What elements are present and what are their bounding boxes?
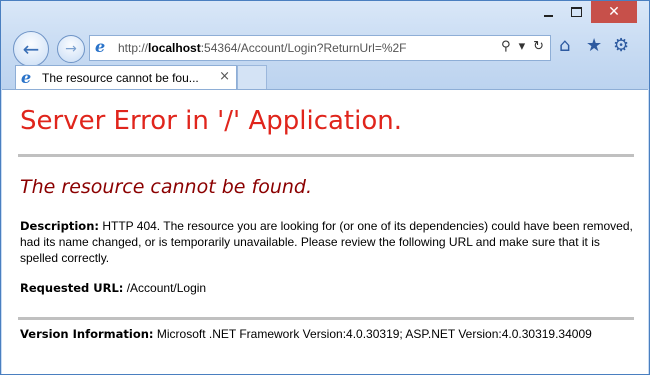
- new-tab-button[interactable]: [237, 65, 267, 89]
- favorites-icon[interactable]: ★: [586, 35, 602, 56]
- version-value: Microsoft .NET Framework Version:4.0.303…: [156, 327, 592, 341]
- ie-tab-icon: e: [21, 68, 32, 87]
- version-label: Version Information:: [20, 327, 154, 341]
- close-icon: ✕: [608, 4, 620, 20]
- close-button[interactable]: ✕: [591, 1, 637, 23]
- url-text[interactable]: http://localhost:54364/Account/Login?Ret…: [118, 41, 407, 55]
- maximize-icon: [570, 7, 582, 17]
- back-arrow-icon: ←: [22, 37, 40, 61]
- url-host: localhost: [148, 41, 201, 55]
- address-tools: ⚲ ▾ ↻: [501, 39, 544, 54]
- home-icon[interactable]: ⌂: [559, 35, 570, 56]
- description-label: Description:: [20, 219, 99, 233]
- error-subtitle: The resource cannot be found.: [20, 176, 313, 198]
- maximize-button[interactable]: [563, 1, 589, 23]
- settings-icon[interactable]: ⚙: [613, 35, 629, 56]
- minimize-icon: [543, 14, 553, 17]
- divider: [18, 317, 634, 320]
- tab-label: The resource cannot be fou...: [42, 71, 199, 85]
- ie-page-icon: e: [95, 37, 106, 56]
- description-text: HTTP 404. The resource you are looking f…: [20, 219, 633, 265]
- requested-url: Requested URL: /Account/Login: [20, 280, 206, 296]
- refresh-icon[interactable]: ↻: [533, 39, 544, 54]
- requested-url-value: /Account/Login: [126, 281, 207, 295]
- version-info: Version Information: Microsoft .NET Fram…: [20, 326, 592, 342]
- tab-close-icon[interactable]: ×: [219, 69, 230, 84]
- browser-chrome: ✕ ← → e http://localhost:54364/Account/L…: [1, 1, 649, 90]
- dropdown-icon[interactable]: ▾: [519, 39, 526, 54]
- page-content: Server Error in '/' Application. The res…: [2, 89, 648, 374]
- url-prefix: http://: [118, 41, 149, 55]
- minimize-button[interactable]: [535, 1, 561, 23]
- tab-active[interactable]: e The resource cannot be fou... ×: [15, 65, 237, 90]
- description: Description: HTTP 404. The resource you …: [20, 218, 640, 266]
- page-title: Server Error in '/' Application.: [20, 106, 402, 136]
- url-path: :54364/Account/Login?ReturnUrl=%2F: [200, 41, 407, 55]
- browser-window: ✕ ← → e http://localhost:54364/Account/L…: [0, 0, 650, 375]
- address-bar[interactable]: e http://localhost:54364/Account/Login?R…: [89, 35, 551, 61]
- forward-button[interactable]: →: [57, 35, 85, 63]
- back-button[interactable]: ←: [13, 31, 49, 67]
- divider: [18, 154, 634, 157]
- search-icon[interactable]: ⚲: [501, 39, 511, 54]
- requested-url-label: Requested URL:: [20, 281, 124, 295]
- forward-arrow-icon: →: [65, 41, 77, 57]
